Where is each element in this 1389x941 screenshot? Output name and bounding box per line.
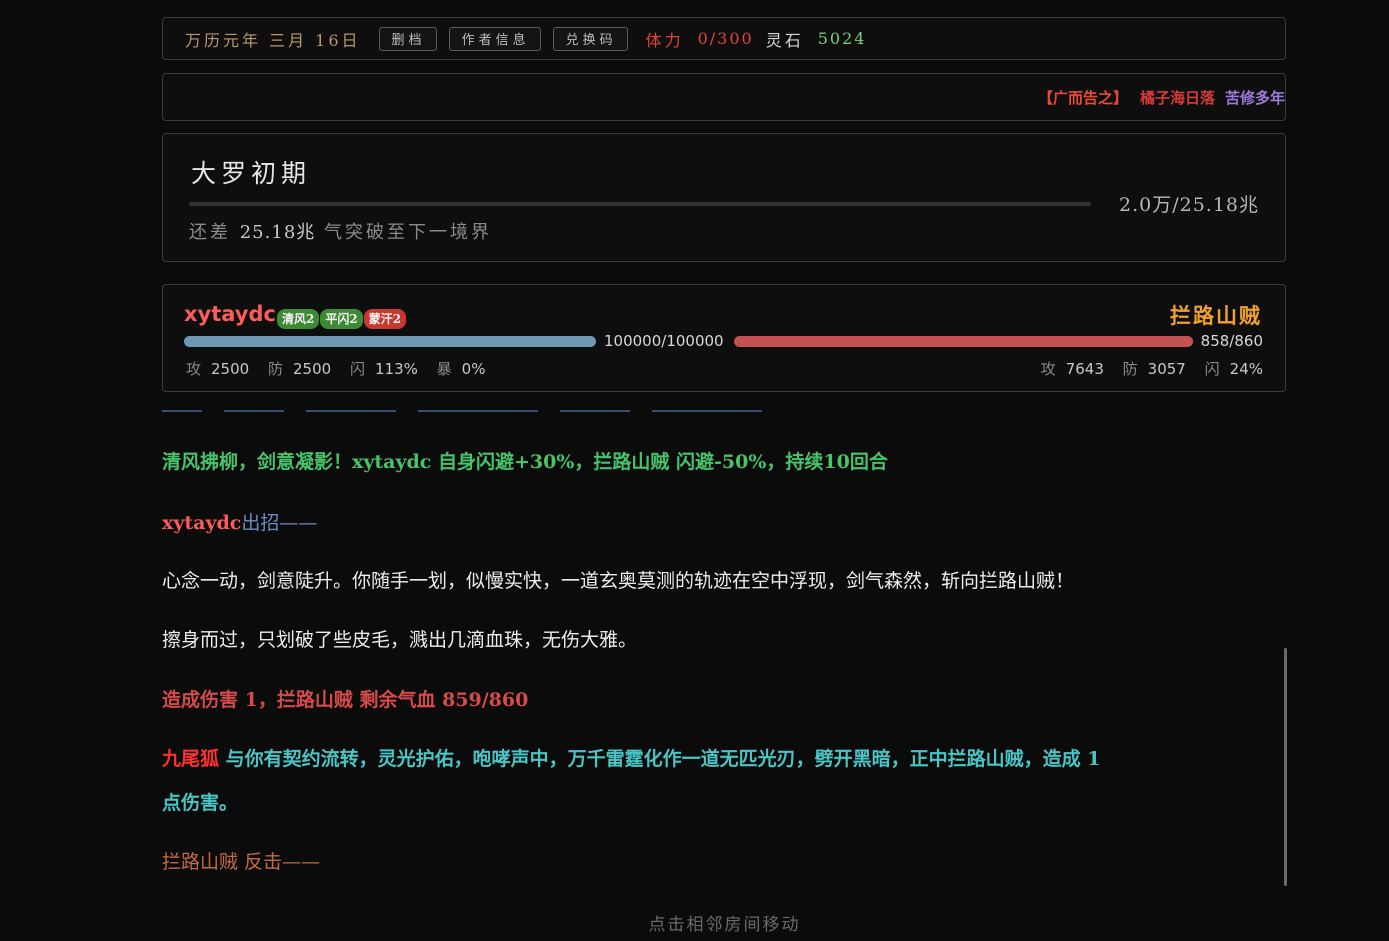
spirit-stone-value: 5024 — [817, 29, 867, 48]
remaining-value: 25.18兆 — [239, 222, 316, 243]
enemy-stats: 攻 7643 防 3057 闪 24% — [1041, 358, 1263, 379]
stat-value: 2500 — [211, 360, 250, 378]
stat-label: 防 — [1122, 360, 1138, 378]
stat-value: 7643 — [1065, 360, 1104, 378]
footer-hint: 点击相邻房间移动 — [648, 915, 801, 935]
log-pet-attack: 九尾狐 与你有契约流转，灵光护佑，咆哮声中，万千雷霆化作一道无匹光刃，劈开黑暗，… — [162, 744, 1100, 771]
author-info-button[interactable]: 作者信息 — [448, 26, 541, 51]
stat-value: 0% — [461, 360, 486, 378]
game-date: 万历元年 三月 16日 — [185, 30, 361, 50]
stat-label: 闪 — [349, 360, 365, 378]
stat-label: 防 — [267, 360, 283, 378]
realm-panel: 大罗初期 2.0万/25.18兆 还差 25.18兆 气突破至下一境界 — [162, 133, 1286, 262]
player-hp-text: 100000/100000 — [604, 332, 724, 350]
log-attack-description: 心念一动，剑意陡升。你随手一划，似慢实快，一道玄奥莫测的轨迹在空中浮现，剑气森然… — [162, 570, 1075, 592]
remaining-prefix: 还差 — [189, 222, 231, 243]
log-attack-header: xytaydc出招—— — [162, 508, 317, 535]
player-stats: 攻 2500 防 2500 闪 113% 暴 0% — [186, 358, 485, 379]
announcement-tag: 【广而告之】 — [1037, 88, 1128, 107]
realm-title: 大罗初期 — [191, 159, 312, 188]
announcement-author: 橘子海日落 — [1139, 88, 1215, 107]
player-buff-tags: 清风2 平闪2 蒙汗2 — [277, 309, 407, 329]
log-attacker-name: xytaydc — [162, 512, 242, 534]
stat-value: 3057 — [1147, 360, 1186, 378]
log-attack-action: 出招—— — [241, 512, 318, 534]
buff-tag: 清风2 — [277, 309, 320, 329]
log-counterattack-line: 拦路山贼 反击—— — [162, 851, 321, 873]
enemy-hp-text: 858/860 — [1200, 332, 1263, 350]
battle-log[interactable]: 清风拂柳，剑意凝影！xytaydc 自身闪避+30%，拦路山贼 闪避-50%，持… — [162, 392, 1282, 882]
buff-tag: 平闪2 — [320, 309, 363, 329]
announcement-text: 苦修多年 — [1224, 88, 1285, 107]
realm-progress-text: 2.0万/25.18兆 — [1118, 194, 1259, 216]
log-hit-result: 擦身而过，只划破了些皮毛，溅出几滴血珠，无伤大雅。 — [162, 629, 638, 651]
redeem-code-button[interactable]: 兑换码 — [552, 26, 628, 51]
stat-label: 攻 — [1040, 360, 1056, 378]
stat-label: 暴 — [436, 360, 452, 378]
top-status-bar: 万历元年 三月 16日 删档 作者信息 兑换码 体力 0/300 灵石 5024 — [162, 17, 1286, 60]
enemy-hp-fill — [734, 336, 1193, 347]
log-pet-text: 与你有契约流转，灵光护佑，咆哮声中，万千雷霆化作一道无匹光刃，劈开黑暗，正中拦路… — [225, 748, 1101, 770]
log-pet-name: 九尾狐 — [162, 748, 220, 770]
stamina-label: 体力 — [645, 30, 684, 50]
enemy-hp-bar — [734, 336, 1194, 347]
stat-label: 攻 — [186, 360, 202, 378]
debuff-tag: 蒙汗2 — [363, 309, 407, 329]
battle-panel: xytaydc 清风2 平闪2 蒙汗2 拦路山贼 100000/100000 8… — [162, 284, 1286, 392]
stat-label: 闪 — [1204, 360, 1220, 378]
stat-value: 113% — [374, 360, 418, 378]
announcement-ticker: 【广而告之】 橘子海日落 苦修多年 — [162, 73, 1286, 121]
clipped-log-line — [162, 396, 862, 412]
stamina-value: 0/300 — [697, 29, 754, 48]
log-damage-line: 造成伤害 1，拦路山贼 剩余气血 859/860 — [162, 689, 529, 711]
player-hp-bar — [184, 336, 596, 347]
delete-save-button[interactable]: 删档 — [378, 26, 437, 51]
realm-progress-bar — [189, 202, 1091, 206]
log-scrollbar[interactable] — [1284, 648, 1287, 886]
stat-value: 24% — [1229, 360, 1263, 378]
player-name: xytaydc — [184, 302, 276, 326]
log-skill-line: 清风拂柳，剑意凝影！xytaydc 自身闪避+30%，拦路山贼 闪避-50%，持… — [162, 451, 888, 473]
realm-remaining: 还差 25.18兆 气突破至下一境界 — [189, 218, 492, 244]
stat-value: 2500 — [293, 360, 332, 378]
spirit-stone-label: 灵石 — [765, 30, 804, 50]
enemy-name: 拦路山贼 — [1170, 303, 1262, 328]
remaining-suffix: 气突破至下一境界 — [324, 222, 492, 243]
log-pet-attack-cont: 点伤害。 — [162, 792, 239, 814]
